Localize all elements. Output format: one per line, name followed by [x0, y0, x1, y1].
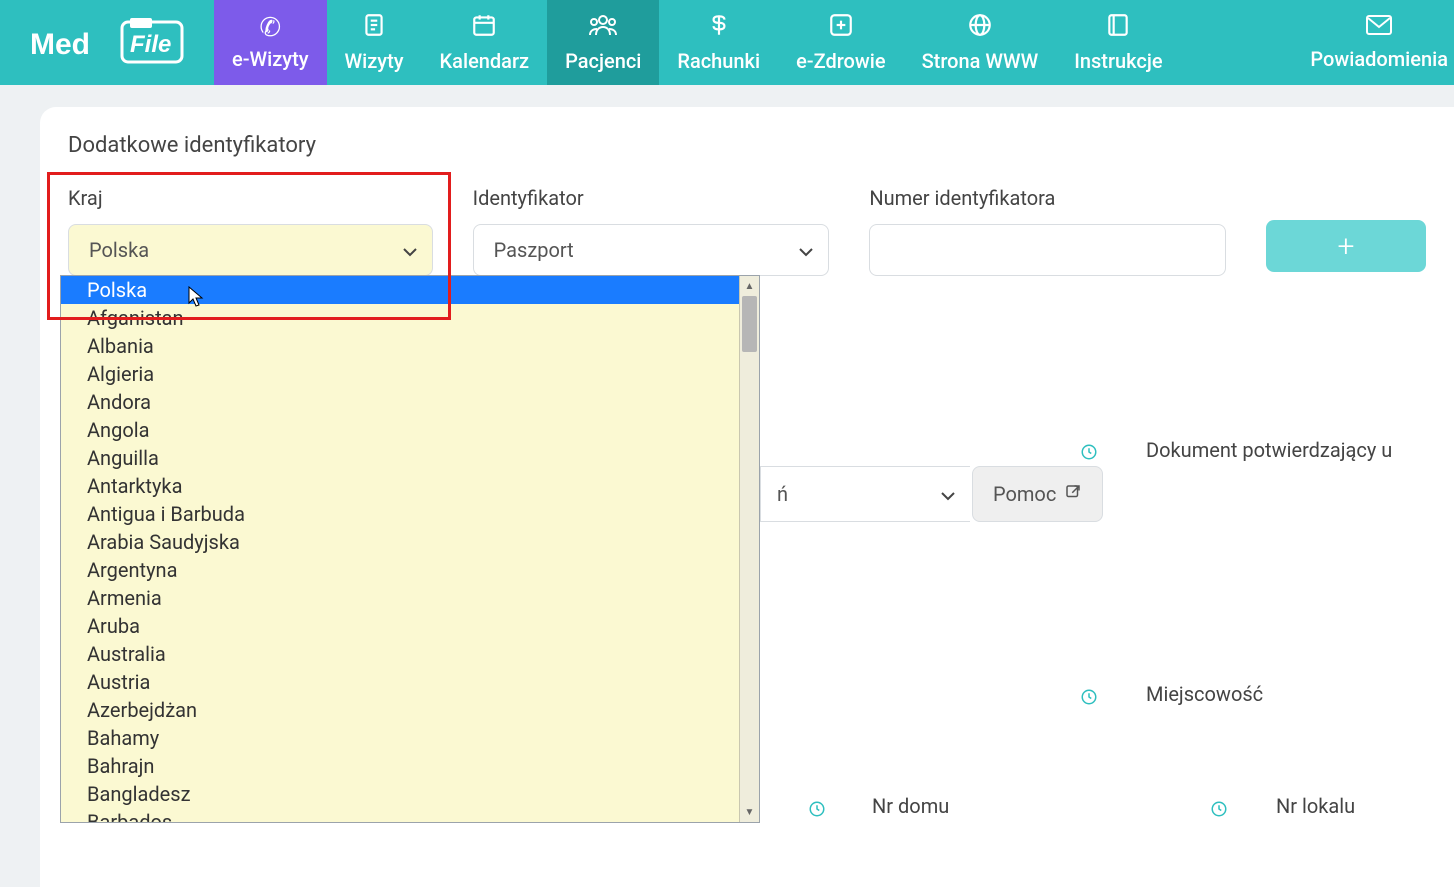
section-title: Dodatkowe identyfikatory	[40, 133, 1454, 158]
history-icon[interactable]	[1080, 688, 1098, 711]
dropdown-option[interactable]: Polska	[61, 276, 739, 304]
scrollbar-thumb[interactable]	[742, 296, 757, 352]
help-button[interactable]: Pomoc	[972, 466, 1103, 522]
identifier-label: Identyfikator	[473, 186, 830, 210]
nav-label: Wizyty	[345, 49, 404, 73]
nav-label: Kalendarz	[440, 49, 530, 73]
house-number-label: Nr domu	[872, 794, 949, 818]
chevron-down-icon	[940, 482, 956, 506]
dropdown-option[interactable]: Afganistan	[61, 304, 739, 332]
nav-item-kalendarz[interactable]: Kalendarz	[422, 0, 548, 85]
mail-icon	[1365, 14, 1393, 41]
scroll-up-icon[interactable]: ▲	[740, 276, 759, 296]
identifier-number-label: Numer identyfikatora	[869, 186, 1226, 210]
svg-text:Med: Med	[30, 28, 90, 61]
chevron-down-icon	[402, 238, 418, 262]
identifier-number-group: Numer identyfikatora	[869, 186, 1226, 276]
history-icon[interactable]	[808, 800, 826, 823]
country-label: Kraj	[68, 186, 433, 210]
nav-label: e-Zdrowie	[796, 49, 885, 73]
dropdown-option[interactable]: Antigua i Barbuda	[61, 500, 739, 528]
top-nav: Med File ✆ e-Wizyty Wizyty Kalendarz	[0, 0, 1454, 85]
dropdown-option[interactable]: Argentyna	[61, 556, 739, 584]
nav-label: Rachunki	[677, 49, 760, 73]
chevron-down-icon	[798, 238, 814, 262]
dropdown-option[interactable]: Arabia Saudyjska	[61, 528, 739, 556]
book-icon	[1105, 12, 1131, 43]
dropdown-option[interactable]: Aruba	[61, 612, 739, 640]
dollar-icon	[706, 12, 732, 43]
dropdown-option[interactable]: Andora	[61, 388, 739, 416]
plus-icon: +	[1338, 229, 1355, 264]
identifier-number-input[interactable]	[869, 224, 1226, 276]
nav-item-pacjenci[interactable]: Pacjenci	[547, 0, 659, 85]
dropdown-option[interactable]: Bangladesz	[61, 780, 739, 808]
dropdown-option[interactable]: Bahamy	[61, 724, 739, 752]
clipboard-icon	[361, 12, 387, 43]
nav-items: ✆ e-Wizyty Wizyty Kalendarz Pacjenci R	[214, 0, 1181, 85]
history-icon[interactable]	[1080, 443, 1098, 466]
nav-item-stronawww[interactable]: Strona WWW	[904, 0, 1057, 85]
partial-select[interactable]: ń	[760, 466, 970, 522]
dropdown-option[interactable]: Bahrajn	[61, 752, 739, 780]
scroll-down-icon[interactable]: ▼	[740, 802, 759, 822]
identifier-group: Identyfikator Paszport	[473, 186, 830, 276]
external-link-icon	[1064, 482, 1082, 506]
plus-box-icon	[828, 12, 854, 43]
add-identifier-button[interactable]: +	[1266, 220, 1426, 272]
nav-item-rachunki[interactable]: Rachunki	[659, 0, 778, 85]
flat-number-label: Nr lokalu	[1276, 794, 1355, 818]
logo-icon: Med File	[30, 18, 190, 68]
nav-item-instrukcje[interactable]: Instrukcje	[1056, 0, 1180, 85]
nav-label: Strona WWW	[922, 49, 1039, 73]
nav-label: Instrukcje	[1074, 49, 1162, 73]
phone-icon: ✆	[259, 15, 281, 41]
nav-item-powiadomienia[interactable]: Powiadomienia	[1292, 0, 1454, 85]
dropdown-option[interactable]: Australia	[61, 640, 739, 668]
dropdown-option[interactable]: Angola	[61, 416, 739, 444]
help-label: Pomoc	[993, 482, 1056, 506]
svg-text:File: File	[130, 31, 171, 58]
dropdown-option[interactable]: Azerbejdżan	[61, 696, 739, 724]
identifier-select[interactable]: Paszport	[473, 224, 830, 276]
nav-label: e-Wizyty	[232, 47, 309, 71]
dropdown-scrollbar[interactable]: ▲ ▼	[739, 276, 759, 822]
city-label: Miejscowość	[1146, 682, 1263, 706]
dropdown-option[interactable]: Anguilla	[61, 444, 739, 472]
history-icon[interactable]	[1210, 800, 1228, 823]
nav-item-ewizyty[interactable]: ✆ e-Wizyty	[214, 0, 327, 85]
country-value: Polska	[89, 238, 149, 262]
dropdown-option[interactable]: Armenia	[61, 584, 739, 612]
identifier-value: Paszport	[494, 238, 574, 262]
dropdown-option[interactable]: Albania	[61, 332, 739, 360]
people-icon	[588, 12, 618, 43]
partial-select-value: ń	[777, 482, 788, 506]
dropdown-option[interactable]: Algieria	[61, 360, 739, 388]
logo[interactable]: Med File	[0, 0, 214, 85]
nav-label: Pacjenci	[565, 49, 641, 73]
dropdown-option[interactable]: Antarktyka	[61, 472, 739, 500]
globe-icon	[967, 12, 993, 43]
calendar-icon	[471, 12, 497, 43]
nav-item-wizyty[interactable]: Wizyty	[327, 0, 422, 85]
nav-label: Powiadomienia	[1310, 47, 1448, 71]
dropdown-option[interactable]: Austria	[61, 668, 739, 696]
identifiers-row: Kraj Polska Identyfikator Paszport Numer…	[40, 158, 1454, 276]
country-group: Kraj Polska	[68, 186, 433, 276]
dropdown-option[interactable]: Barbados	[61, 808, 739, 822]
document-label: Dokument potwierdzający u	[1146, 438, 1392, 462]
nav-item-ezdrowie[interactable]: e-Zdrowie	[778, 0, 903, 85]
country-dropdown-list[interactable]: PolskaAfganistanAlbaniaAlgieriaAndoraAng…	[60, 275, 760, 823]
country-select[interactable]: Polska	[68, 224, 433, 276]
